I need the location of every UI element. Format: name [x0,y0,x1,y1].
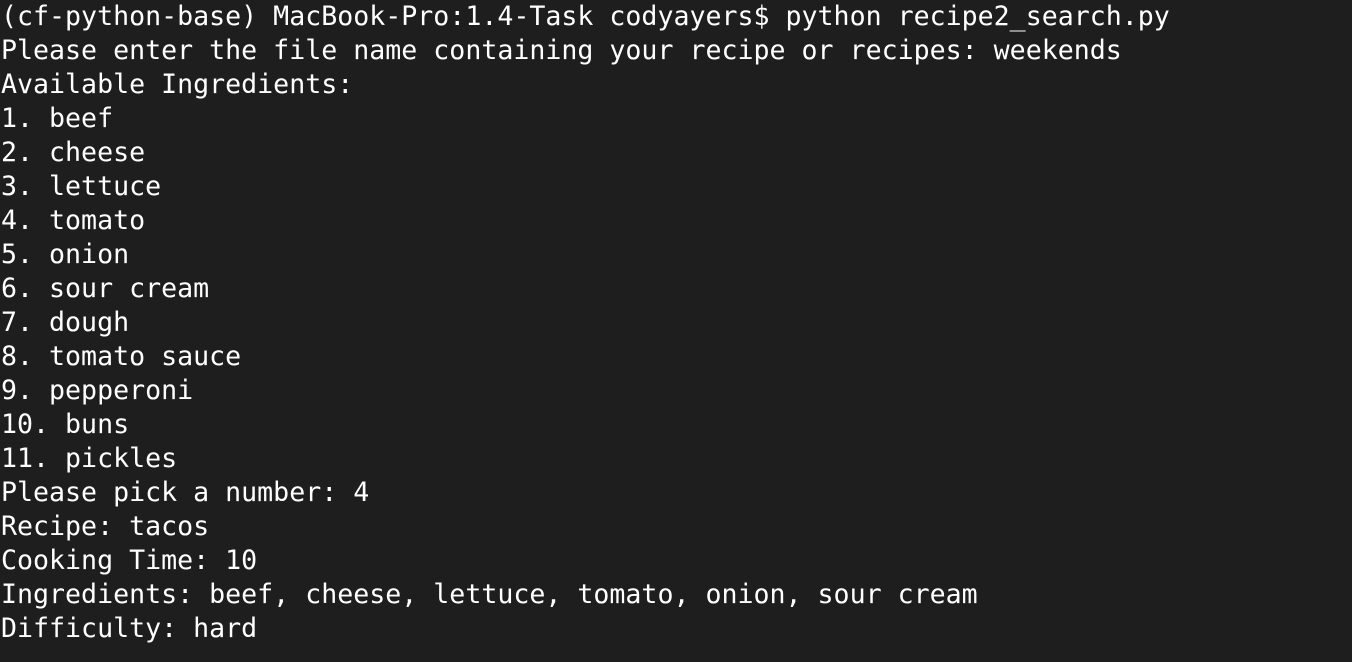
recipe-ingredients-line: Ingredients: beef, cheese, lettuce, toma… [1,579,978,610]
ingredient-list-item: 3. lettuce [1,171,162,202]
ingredient-list-item: 9. pepperoni [1,375,194,406]
ingredient-list-item: 4. tomato [1,205,146,236]
ingredient-list-item: 8. tomato sauce [1,341,242,372]
difficulty-line: Difficulty: hard [1,613,258,644]
ingredient-list-item: 7. dough [1,307,130,338]
command-prompt-line: (cf-python-base) MacBook-Pro:1.4-Task co… [1,1,1170,32]
terminal-window[interactable]: (cf-python-base) MacBook-Pro:1.4-Task co… [0,0,1352,662]
ingredient-list-item: 2. cheese [1,137,146,168]
ingredients-heading-line: Available Ingredients: [1,69,354,100]
ingredient-list-item: 10. buns [1,409,130,440]
ingredient-list-item: 11. pickles [1,443,178,474]
number-prompt-line: Please pick a number: 4 [1,477,370,508]
ingredient-list-item: 1. beef [1,103,114,134]
cooking-time-line: Cooking Time: 10 [1,545,258,576]
ingredient-list-item: 6. sour cream [1,273,210,304]
file-name-prompt-line: Please enter the file name containing yo… [1,35,1122,66]
recipe-name-line: Recipe: tacos [1,511,210,542]
ingredient-list-item: 5. onion [1,239,130,270]
